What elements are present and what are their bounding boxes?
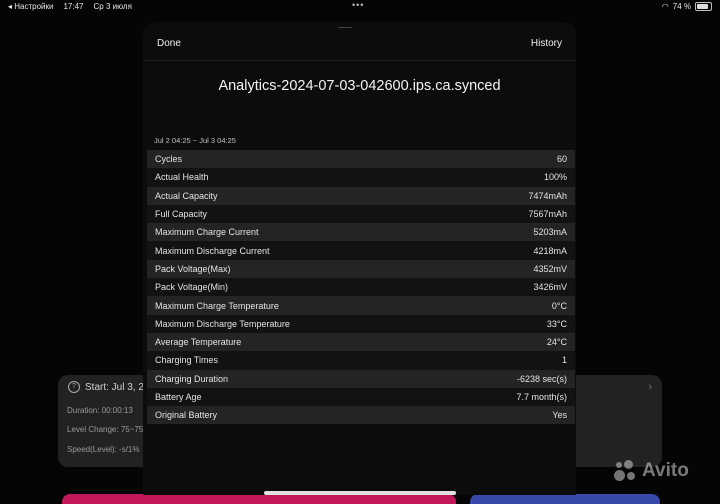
row-value: 24°C: [546, 337, 567, 348]
status-date: Ср 3 июля: [93, 2, 132, 11]
session-level-change: Level Change: 75~75: [67, 425, 144, 434]
watermark-text: Avito: [642, 460, 689, 481]
row-label: Maximum Charge Temperature: [155, 300, 279, 311]
bottom-tab-pink[interactable]: [62, 494, 456, 504]
session-start: Start: Jul 3, 20: [85, 381, 150, 393]
row-value: 100%: [543, 172, 567, 183]
row-label: Cycles: [155, 154, 183, 165]
row-label: Actual Capacity: [155, 190, 218, 201]
row-value: 5203mA: [533, 227, 567, 238]
sheet-grabber[interactable]: ——: [338, 24, 352, 31]
avito-watermark: Avito: [612, 458, 689, 484]
row-value: 3426mV: [533, 282, 567, 293]
row-value: -6238 sec(s): [516, 373, 567, 384]
battery-percent: 74 %: [672, 2, 691, 11]
row-label: Maximum Discharge Temperature: [155, 318, 290, 329]
bottom-tab-blue[interactable]: [470, 494, 660, 504]
table-row: Maximum Discharge Current 4218mA: [147, 241, 575, 260]
table-row: Average Temperature 24°C: [147, 332, 575, 352]
row-label: Original Battery: [155, 410, 218, 421]
table-row: Maximum Charge Temperature 0°C: [147, 296, 575, 315]
session-start-row: ? Start: Jul 3, 20: [68, 381, 149, 393]
table-row: Pack Voltage(Max) 4352mV: [147, 259, 575, 279]
home-indicator[interactable]: [264, 491, 456, 495]
table-row: Original Battery Yes: [147, 406, 575, 425]
row-value: 7.7 month(s): [516, 392, 567, 402]
row-label: Average Temperature: [155, 337, 242, 348]
table-row: Actual Health 100%: [147, 168, 575, 187]
avito-logo-icon: [612, 458, 638, 484]
row-value: 1: [561, 355, 567, 366]
wifi-icon: ◠: [661, 2, 669, 11]
analytics-modal: —— Done History Analytics-2024-07-03-042…: [143, 22, 576, 495]
multitasking-dots[interactable]: •••: [352, 0, 364, 10]
table-row: Actual Capacity 7474mAh: [147, 186, 575, 205]
row-label: Maximum Charge Current: [155, 227, 259, 238]
row-value: 7567mAh: [528, 209, 567, 220]
chevron-right-icon: ›: [648, 381, 652, 393]
table-row: Pack Voltage(Min) 3426mV: [147, 278, 575, 297]
row-value: 7474mAh: [528, 190, 567, 201]
battery-fill: [697, 4, 709, 9]
back-to-settings-link[interactable]: ◂ Настройки: [8, 2, 53, 11]
table-row: Maximum Charge Current 5203mA: [147, 223, 575, 242]
row-label: Pack Voltage(Max): [155, 263, 231, 274]
stats-table: Cycles 60 Actual Health 100% Actual Capaci…: [147, 150, 575, 425]
date-range: Jul 2 04:25 ~ Jul 3 04:25: [154, 136, 236, 145]
header-divider: [143, 60, 576, 61]
table-row: Charging Times 1: [147, 351, 575, 370]
done-button[interactable]: Done: [157, 38, 181, 49]
status-bar: ◂ Настройки 17:47 Ср 3 июля ••• ◠ 74 %: [0, 0, 720, 14]
row-label: Battery Age: [155, 392, 202, 402]
row-label: Actual Health: [155, 172, 209, 183]
row-value: Yes: [552, 410, 567, 421]
row-value: 4352mV: [533, 263, 567, 274]
row-label: Charging Duration: [155, 373, 229, 384]
table-row: Battery Age 7.7 month(s): [147, 387, 575, 407]
row-label: Full Capacity: [155, 209, 208, 220]
row-value: 33°C: [546, 318, 567, 329]
session-speed: Speed(Level): -s/1%: [67, 445, 140, 454]
table-row: Charging Duration -6238 sec(s): [147, 369, 575, 388]
table-row: Maximum Discharge Temperature 33°C: [147, 314, 575, 333]
row-label: Charging Times: [155, 355, 219, 366]
table-row: Full Capacity 7567mAh: [147, 204, 575, 224]
row-label: Pack Voltage(Min): [155, 282, 229, 293]
session-duration: Duration: 00:00:13: [67, 406, 133, 415]
page-title: Analytics-2024-07-03-042600.ips.ca.synce…: [218, 78, 501, 94]
row-value: 4218mA: [533, 245, 567, 256]
battery-icon: [695, 2, 712, 11]
status-time: 17:47: [63, 2, 84, 11]
row-label: Maximum Discharge Current: [155, 245, 270, 256]
row-value: 60: [556, 154, 567, 165]
row-value: 0°C: [551, 300, 567, 311]
question-icon: ?: [68, 381, 80, 393]
history-button[interactable]: History: [531, 38, 562, 49]
table-row: Cycles 60: [147, 150, 575, 169]
